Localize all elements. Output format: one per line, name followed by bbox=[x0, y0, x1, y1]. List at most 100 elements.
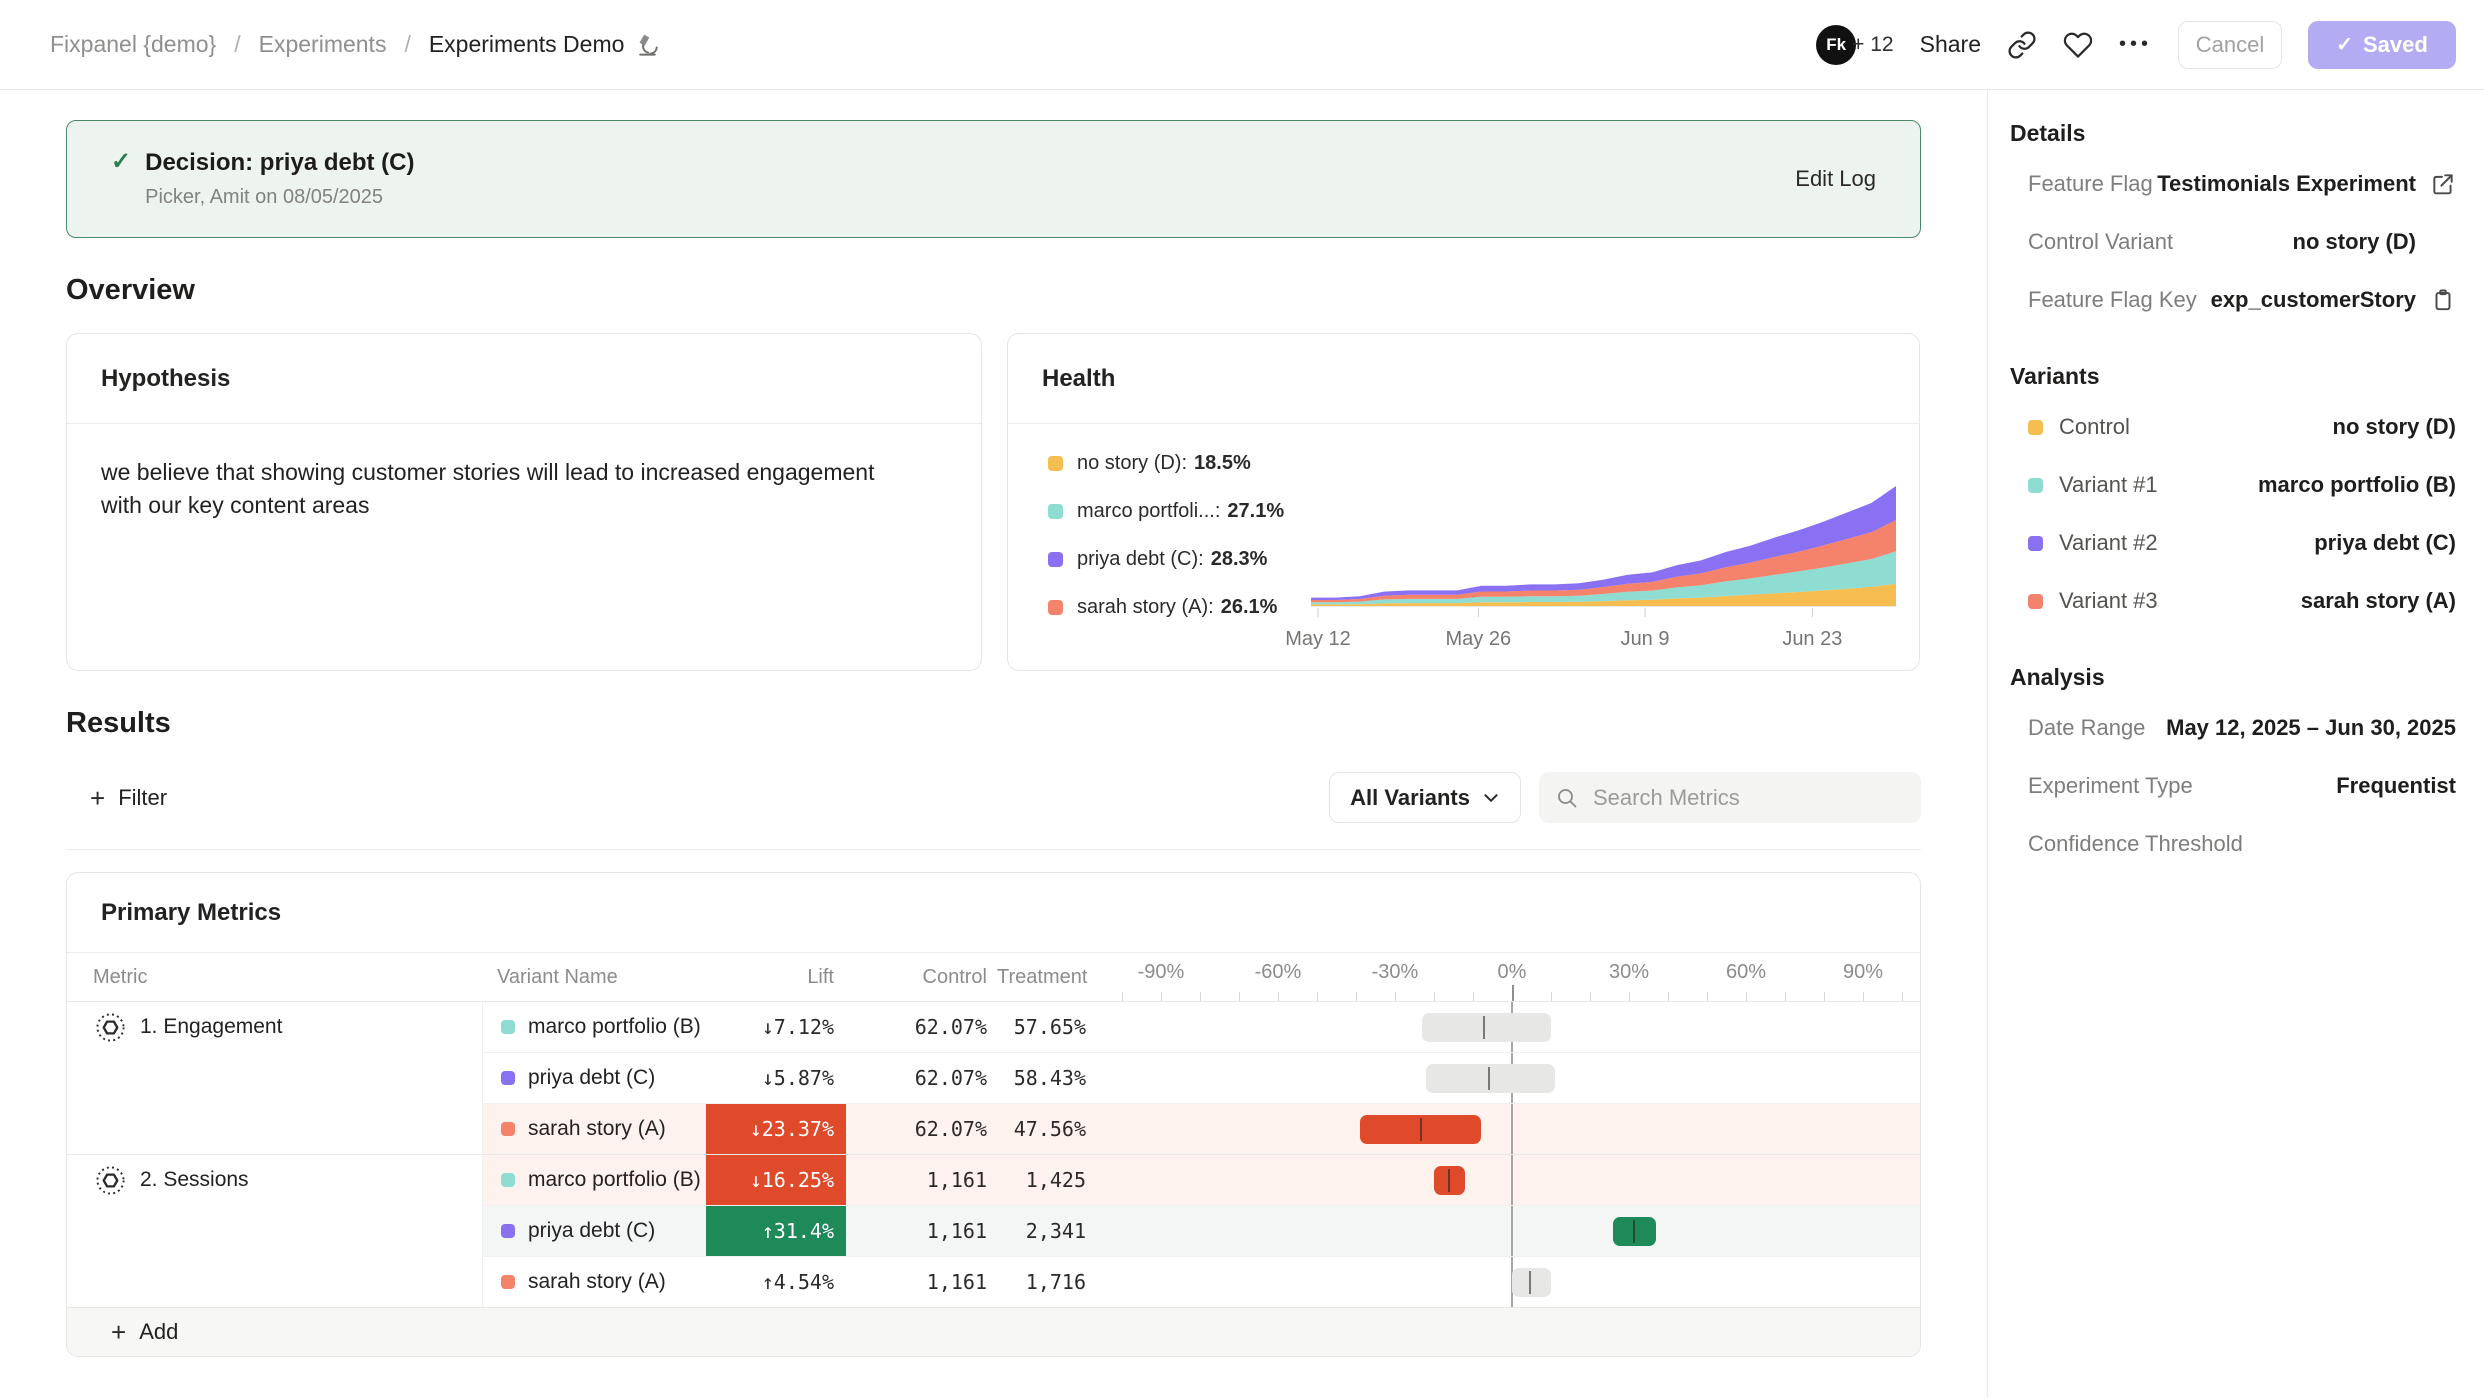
health-chart-x-axis: May 12May 26Jun 9Jun 23 bbox=[1311, 628, 1896, 654]
table-row[interactable]: 2. Sessions marco portfolio (B) ↓16.25% … bbox=[67, 1154, 1920, 1205]
check-icon: ✓ bbox=[111, 147, 131, 176]
metric-cell: 2. Sessions bbox=[67, 1155, 483, 1205]
external-link-icon[interactable] bbox=[2416, 171, 2456, 197]
metric-goal-icon bbox=[95, 1165, 126, 1196]
feature-flag-key-row: Feature Flag Key exp_customerStory bbox=[2010, 271, 2456, 329]
lift-value: ↓23.37% bbox=[706, 1104, 846, 1154]
edit-log-button[interactable]: Edit Log bbox=[1795, 166, 1876, 192]
col-control: Control bbox=[846, 966, 997, 989]
top-bar: Fixpanel {demo} / Experiments / Experime… bbox=[0, 0, 2484, 90]
variant-swatch bbox=[2028, 536, 2043, 551]
lift-value: ↑4.54% bbox=[762, 1270, 834, 1294]
legend-swatch bbox=[1048, 456, 1063, 471]
variant-swatch bbox=[501, 1122, 515, 1136]
variant-swatch bbox=[501, 1020, 515, 1034]
treatment-value: 57.65% bbox=[997, 1002, 1096, 1052]
variant-name: sarah story (A) bbox=[528, 1270, 666, 1294]
details-heading: Details bbox=[2010, 120, 2456, 147]
add-filter-button[interactable]: + Filter bbox=[66, 785, 167, 811]
confidence-interval-bar bbox=[1426, 1064, 1555, 1093]
table-row[interactable]: 1. Engagement marco portfolio (B) ↓7.12%… bbox=[67, 1001, 1920, 1052]
health-card: Health no story (D): 18.5% marco portfol… bbox=[1007, 333, 1920, 671]
collaborator-count[interactable]: + 12 bbox=[1852, 33, 1893, 57]
breadcrumb-current: Experiments Demo bbox=[429, 31, 662, 58]
table-row[interactable]: priya debt (C) ↑31.4% 1,161 2,341 bbox=[67, 1205, 1920, 1256]
health-stacked-area-chart bbox=[1311, 486, 1896, 618]
confidence-interval-cell bbox=[1122, 1103, 1902, 1154]
col-lift: Lift bbox=[706, 966, 846, 989]
legend-swatch bbox=[1048, 600, 1063, 615]
control-value: 62.07% bbox=[846, 1103, 997, 1154]
saved-button[interactable]: ✓ Saved bbox=[2308, 21, 2456, 69]
legend-item: sarah story (A): 26.1% bbox=[1048, 596, 1284, 619]
avatar[interactable]: Fk bbox=[1816, 25, 1856, 65]
variant-swatch bbox=[2028, 420, 2043, 435]
hypothesis-title: Hypothesis bbox=[67, 334, 981, 424]
col-variant: Variant Name bbox=[483, 966, 706, 989]
date-range-row: Date Range May 12, 2025 – Jun 30, 2025 bbox=[2010, 699, 2456, 757]
variant-name: priya debt (C) bbox=[528, 1066, 655, 1090]
table-row[interactable]: sarah story (A) ↑4.54% 1,161 1,716 bbox=[67, 1256, 1920, 1307]
check-icon: ✓ bbox=[2336, 32, 2353, 57]
breadcrumb-separator: / bbox=[404, 31, 410, 58]
chevron-down-icon bbox=[1482, 789, 1500, 807]
more-options-icon[interactable]: ••• bbox=[2119, 33, 2152, 56]
health-title: Health bbox=[1008, 334, 1919, 424]
main-content: ✓ Decision: priya debt (C) Picker, Amit … bbox=[0, 90, 1987, 1398]
control-variant-row: Control Variant no story (D) bbox=[2010, 213, 2456, 271]
legend-item: no story (D): 18.5% bbox=[1048, 452, 1284, 475]
decision-title: Decision: priya debt (C) bbox=[145, 149, 414, 177]
variant-row: Variant #3 sarah story (A) bbox=[2010, 572, 2456, 630]
variant-row: Variant #2 priya debt (C) bbox=[2010, 514, 2456, 572]
primary-metrics-card: Primary Metrics Metric Variant Name Lift… bbox=[66, 872, 1921, 1357]
cancel-button[interactable]: Cancel bbox=[2178, 21, 2282, 69]
confidence-threshold-row: Confidence Threshold bbox=[2010, 815, 2456, 873]
microscope-icon bbox=[634, 31, 661, 58]
lift-mean-tick bbox=[1488, 1067, 1490, 1090]
variant-swatch bbox=[2028, 594, 2043, 609]
confidence-interval-cell bbox=[1122, 1155, 1902, 1205]
breadcrumb-separator: / bbox=[234, 31, 240, 58]
lift-axis-ruler: -90%-60%-30%0%30%60%90% bbox=[1122, 953, 1902, 1001]
legend-item: marco portfoli...: 27.1% bbox=[1048, 500, 1284, 523]
health-legend: no story (D): 18.5% marco portfoli...: 2… bbox=[1048, 452, 1284, 619]
link-icon[interactable] bbox=[2007, 30, 2037, 60]
variant-name: marco portfolio (B) bbox=[528, 1168, 701, 1192]
control-value: 1,161 bbox=[846, 1256, 997, 1307]
confidence-interval-bar bbox=[1512, 1268, 1551, 1297]
metric-goal-icon bbox=[95, 1012, 126, 1043]
confidence-interval-cell bbox=[1122, 1002, 1902, 1052]
breadcrumb: Fixpanel {demo} / Experiments / Experime… bbox=[50, 31, 661, 58]
confidence-interval-cell bbox=[1122, 1205, 1902, 1256]
lift-mean-tick bbox=[1483, 1016, 1485, 1039]
copy-icon[interactable] bbox=[2416, 287, 2456, 313]
overview-heading: Overview bbox=[66, 274, 1987, 307]
search-icon bbox=[1555, 786, 1579, 810]
table-row[interactable]: priya debt (C) ↓5.87% 62.07% 58.43% bbox=[67, 1052, 1920, 1103]
variant-row: Variant #1 marco portfolio (B) bbox=[2010, 456, 2456, 514]
share-button[interactable]: Share bbox=[1920, 31, 1981, 58]
col-metric: Metric bbox=[67, 966, 483, 989]
breadcrumb-experiments[interactable]: Experiments bbox=[259, 31, 387, 58]
treatment-value: 58.43% bbox=[997, 1052, 1096, 1103]
treatment-value: 1,425 bbox=[997, 1155, 1096, 1205]
search-metrics-input[interactable] bbox=[1593, 785, 1905, 811]
table-row[interactable]: sarah story (A) ↓23.37% 62.07% 47.56% bbox=[67, 1103, 1920, 1154]
treatment-value: 1,716 bbox=[997, 1256, 1096, 1307]
all-variants-dropdown[interactable]: All Variants bbox=[1329, 772, 1521, 823]
control-value: 62.07% bbox=[846, 1052, 997, 1103]
variant-swatch bbox=[2028, 478, 2043, 493]
lift-value: ↓7.12% bbox=[762, 1015, 834, 1039]
add-metric-button[interactable]: + Add bbox=[67, 1307, 1920, 1356]
divider bbox=[66, 849, 1921, 850]
control-value: 1,161 bbox=[846, 1155, 997, 1205]
favorite-heart-icon[interactable] bbox=[2063, 30, 2093, 60]
lift-mean-tick bbox=[1633, 1220, 1635, 1243]
legend-swatch bbox=[1048, 552, 1063, 567]
details-sidebar: Details Feature Flag Testimonials Experi… bbox=[1987, 90, 2484, 1398]
treatment-value: 47.56% bbox=[997, 1103, 1096, 1154]
variant-name: marco portfolio (B) bbox=[528, 1015, 701, 1039]
lift-value: ↑31.4% bbox=[706, 1206, 846, 1256]
breadcrumb-project[interactable]: Fixpanel {demo} bbox=[50, 31, 216, 58]
control-value: 1,161 bbox=[846, 1205, 997, 1256]
